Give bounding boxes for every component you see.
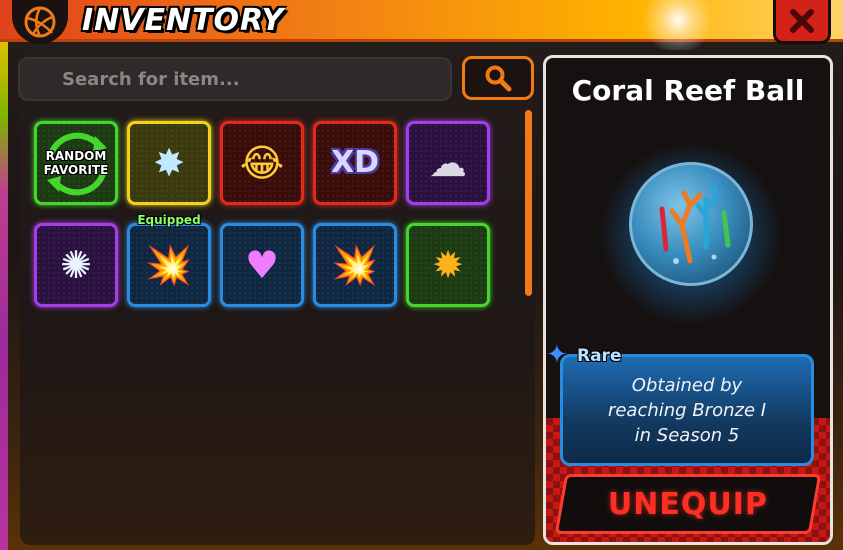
- item-slot-random-favorite[interactable]: RANDOM FAVORITE: [34, 121, 118, 205]
- search-icon: [485, 65, 512, 92]
- window-title: INVENTORY: [82, 3, 285, 38]
- header-shine: [633, 0, 723, 50]
- inventory-window: INVENTORY RANDOM: [0, 0, 843, 550]
- ice-burst-icon: ✸: [153, 141, 185, 185]
- item-slot-mushroom-cloud[interactable]: 💥: [313, 223, 397, 307]
- item-detail-panel: Coral Reef Ball Obtained by reaching Bro…: [543, 55, 833, 545]
- volleyball-logo-icon: [12, 0, 68, 44]
- equipped-tag: Equipped: [137, 213, 201, 227]
- xd-icon: XD: [330, 145, 380, 180]
- lightning-orb-icon: ✺: [60, 243, 92, 287]
- rarity-label: Rare: [577, 346, 622, 366]
- item-slot-xd[interactable]: XD: [313, 121, 397, 205]
- storm-cloud-icon: ☁: [429, 141, 467, 185]
- laughing-emoji-icon: 😂: [239, 141, 285, 185]
- search-input[interactable]: [20, 59, 450, 99]
- coral-icon: [659, 184, 731, 264]
- scrollbar[interactable]: [525, 110, 532, 296]
- item-slot-brick-blast[interactable]: 💥: [127, 223, 211, 307]
- coral-reef-ball-preview: [629, 162, 753, 286]
- background-strip: [0, 40, 8, 550]
- unequip-label: UNEQUIP: [608, 486, 768, 522]
- fire-burst-icon: ✹: [432, 243, 464, 287]
- item-description: Obtained by reaching Bronze I in Season …: [607, 374, 767, 446]
- close-button[interactable]: [773, 0, 831, 44]
- item-title: Coral Reef Ball: [571, 74, 805, 107]
- unequip-button[interactable]: UNEQUIP: [554, 474, 822, 534]
- description-box: Obtained by reaching Bronze I in Season …: [560, 354, 814, 466]
- explosion-icon: 💥: [331, 243, 379, 287]
- item-slot-ice-burst[interactable]: ✸: [127, 121, 211, 205]
- rarity-star-icon: ✦: [546, 340, 568, 370]
- item-slot-heart[interactable]: ♥: [220, 223, 304, 307]
- item-slot-laughing-emoji[interactable]: 😂: [220, 121, 304, 205]
- item-slot-storm-cloud[interactable]: ☁: [406, 121, 490, 205]
- brick-blast-icon: 💥: [145, 243, 193, 287]
- search-button[interactable]: [462, 56, 534, 100]
- item-slot-lightning-orb[interactable]: ✺: [34, 223, 118, 307]
- random-favorite-label: RANDOM FAVORITE: [43, 149, 109, 177]
- search-field[interactable]: [18, 57, 452, 101]
- header-bar: INVENTORY: [0, 0, 843, 50]
- heart-icon: ♥: [244, 243, 280, 287]
- close-icon: [790, 8, 814, 33]
- item-slot-fire-burst[interactable]: ✹: [406, 223, 490, 307]
